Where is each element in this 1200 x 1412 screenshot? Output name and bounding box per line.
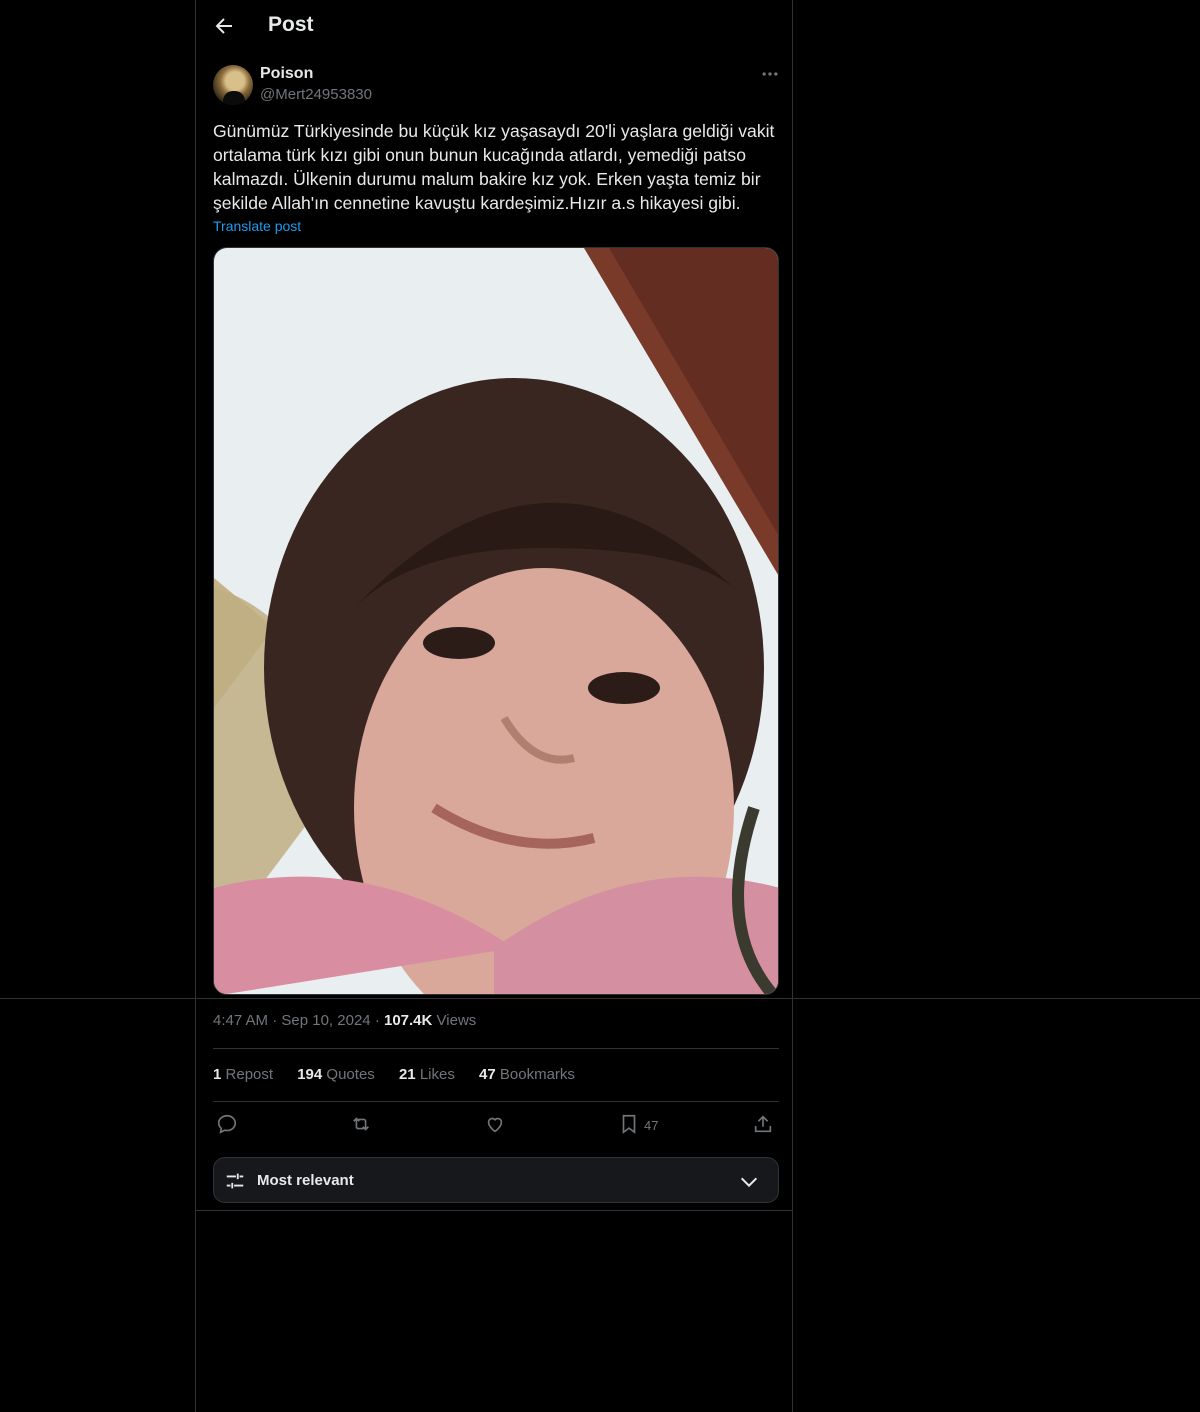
likes-label: Likes [419, 1066, 455, 1083]
views-count: 107.4K [383, 1012, 433, 1029]
sort-label: Most relevant [257, 1172, 354, 1189]
repost-label: Repost [225, 1066, 274, 1083]
bookmarks-count: 47 [479, 1066, 496, 1083]
repost-button[interactable] [350, 1113, 372, 1137]
page-header: Post [196, 0, 794, 53]
repost-count: 1 [213, 1066, 222, 1083]
sliders-icon [226, 1173, 244, 1189]
bookmark-icon [622, 1114, 636, 1134]
post-time[interactable]: 4:47 AM [213, 1012, 268, 1029]
back-arrow-icon[interactable] [212, 14, 236, 38]
meta-separator: · [374, 1012, 384, 1029]
post-meta: 4:47 AM · Sep 10, 2024 · 107.4K Views [213, 1012, 476, 1029]
post-text: Günümüz Türkiyesinde bu küçük kız yaşasa… [213, 121, 775, 213]
avatar[interactable] [213, 65, 253, 105]
like-button[interactable] [484, 1113, 506, 1137]
views-label: Views [436, 1012, 477, 1029]
post-image[interactable] [213, 247, 779, 995]
meta-separator: · [272, 1012, 282, 1029]
photo-placeholder [214, 248, 778, 994]
reply-icon [217, 1114, 237, 1134]
quotes-label: Quotes [326, 1066, 375, 1083]
chevron-down-icon [740, 1177, 758, 1188]
author-name[interactable]: Poison [260, 65, 313, 83]
bookmark-button[interactable]: 47 [618, 1113, 658, 1137]
bookmark-count: 47 [644, 1118, 659, 1133]
author-handle[interactable]: @Mert24953830 [260, 86, 372, 103]
translate-post-link[interactable]: Translate post [213, 218, 301, 234]
share-icon [754, 1115, 772, 1133]
share-button[interactable] [752, 1113, 774, 1137]
reply-button[interactable] [216, 1113, 238, 1137]
bookmarks-stat[interactable]: 47 Bookmarks [479, 1066, 575, 1083]
quotes-count: 194 [297, 1066, 323, 1083]
divider-line [213, 1048, 779, 1049]
quotes-stat[interactable]: 194 Quotes [297, 1066, 375, 1083]
repost-icon [353, 1117, 369, 1131]
bookmarks-label: Bookmarks [499, 1066, 575, 1083]
like-icon [487, 1117, 503, 1133]
likes-stat[interactable]: 21 Likes [399, 1066, 455, 1083]
divider-line [213, 1101, 779, 1102]
likes-count: 21 [398, 1066, 416, 1083]
more-options-icon[interactable] [760, 64, 780, 84]
engagement-stats: 1 Repost 194 Quotes 21 Likes 47 Bookmark… [213, 1066, 595, 1083]
page-title: Post [268, 13, 314, 36]
repost-stat[interactable]: 1 Repost [213, 1066, 273, 1083]
post-date[interactable]: Sep 10, 2024 [281, 1012, 370, 1029]
main-column: Post Poison @Mert24953830 Günümüz Türkiy… [195, 0, 793, 1412]
reply-sort-dropdown[interactable]: Most relevant [213, 1157, 779, 1203]
